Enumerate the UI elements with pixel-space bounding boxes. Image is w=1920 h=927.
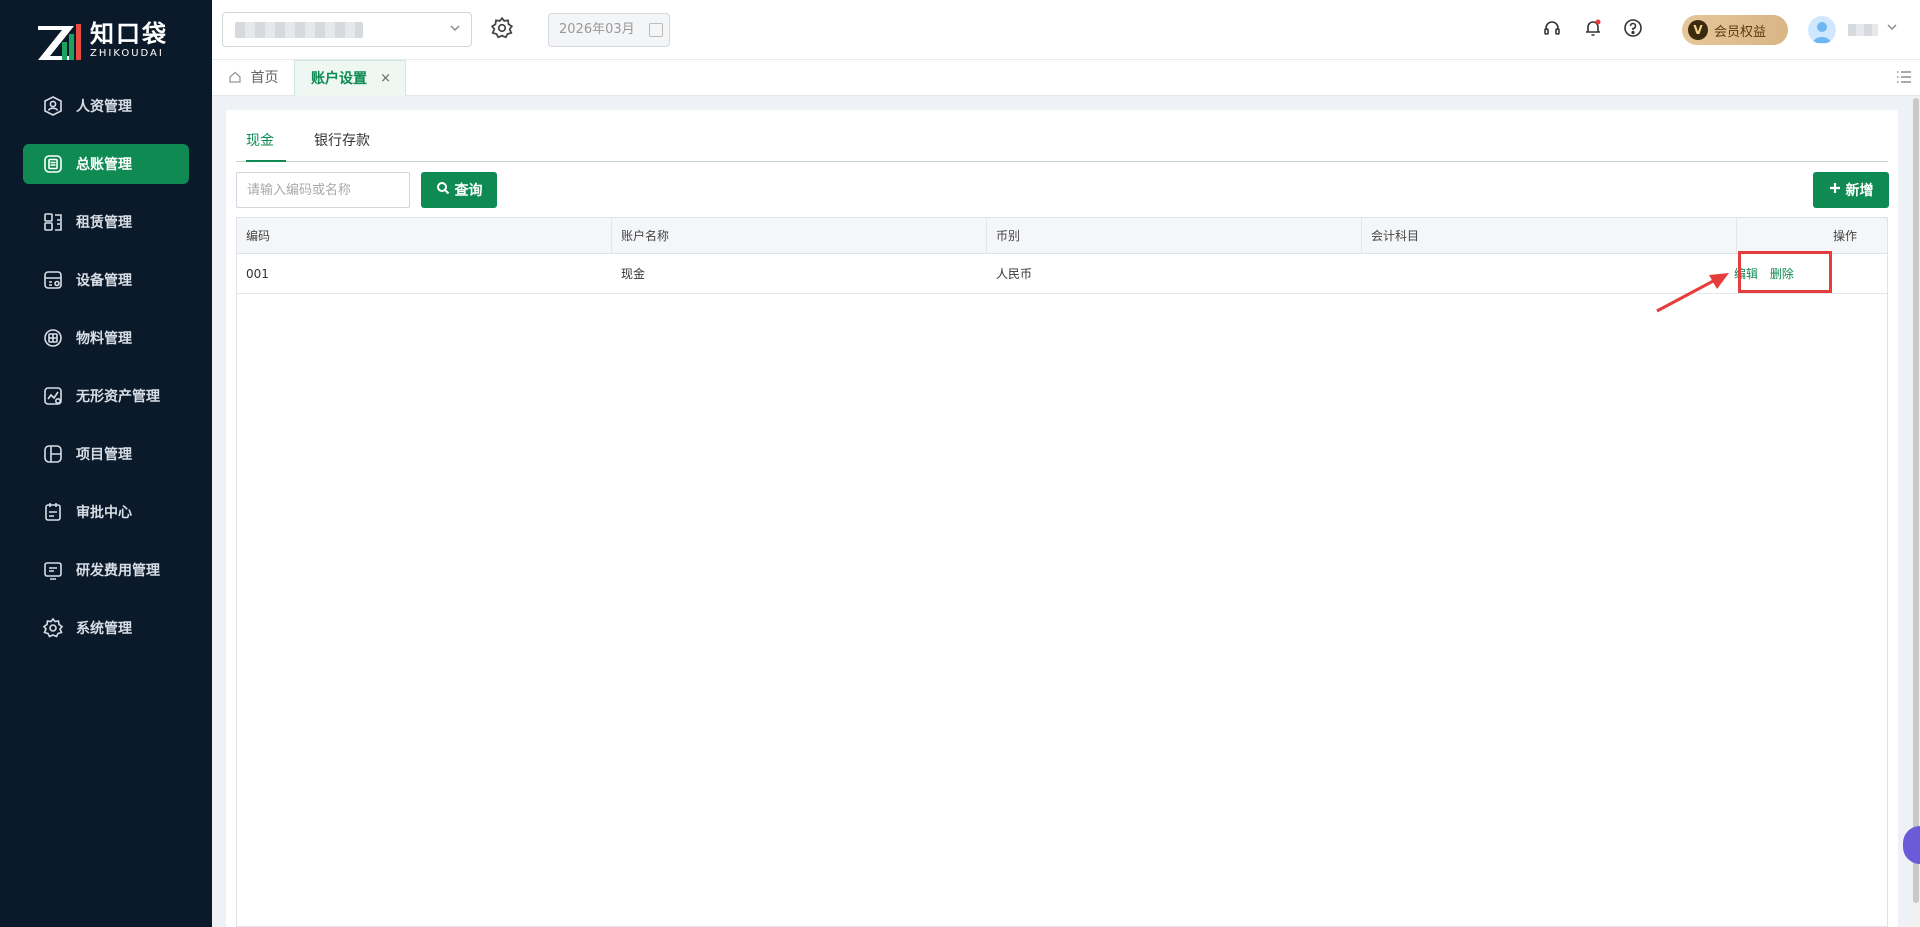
- sidebar-nav: 人资管理 总账管理 租赁管理 设备管理 物料管理 无形资产管理 项目管理 审批中…: [0, 86, 212, 666]
- col-code: 编码: [237, 218, 612, 254]
- material-icon: [42, 327, 64, 349]
- top-header: 2026年03月 V 会员权益: [212, 0, 1920, 60]
- sidebar-item-label: 研发费用管理: [76, 563, 160, 579]
- col-account-name: 账户名称: [612, 218, 987, 254]
- period-picker[interactable]: 2026年03月: [548, 13, 670, 47]
- cell-account-name: 现金: [621, 267, 646, 281]
- intangible-asset-icon: [42, 385, 64, 407]
- sidebar-item-label: 人资管理: [76, 99, 132, 115]
- sidebar: 知口袋 ZHIKOUDAI 人资管理 总账管理 租赁管理 设备管理 物料管理 无…: [0, 0, 212, 927]
- chevron-down-icon: [449, 22, 461, 37]
- close-icon[interactable]: ×: [380, 61, 391, 97]
- ledger-icon: [42, 153, 64, 175]
- user-name-redacted[interactable]: [1848, 24, 1878, 36]
- lease-icon: [42, 211, 64, 233]
- calendar-icon: [649, 23, 663, 37]
- add-button-label: 新增: [1845, 183, 1874, 199]
- col-actions: 操作: [1832, 229, 1857, 243]
- help-icon[interactable]: [1623, 18, 1645, 40]
- list-menu-icon[interactable]: [1896, 70, 1912, 84]
- cell-code: 001: [246, 267, 269, 281]
- sidebar-item-rd-expense[interactable]: 研发费用管理: [23, 550, 189, 590]
- scrollbar-thumb[interactable]: [1913, 98, 1919, 903]
- company-select[interactable]: [222, 12, 472, 47]
- tab-cash[interactable]: 现金: [246, 130, 286, 162]
- project-icon: [42, 443, 64, 465]
- brand-name-en: ZHIKOUDAI: [90, 48, 164, 59]
- sidebar-item-material[interactable]: 物料管理: [23, 318, 189, 358]
- col-currency: 币别: [987, 218, 1362, 254]
- tab-home-label: 首页: [250, 70, 279, 86]
- sidebar-item-hr[interactable]: 人资管理: [23, 86, 189, 126]
- sidebar-item-label: 项目管理: [76, 447, 132, 463]
- query-button[interactable]: 查询: [421, 172, 497, 208]
- accounts-table: 编码 账户名称 币别 会计科目 操作 001 现金 人民币 编辑 删除: [236, 217, 1888, 927]
- cell-subject: [1362, 254, 1371, 294]
- approval-icon: [42, 501, 64, 523]
- brand-name-cn: 知口袋: [90, 20, 168, 48]
- sidebar-item-system[interactable]: 系统管理: [23, 608, 189, 648]
- table-row: 001 现金 人民币 编辑 删除: [237, 254, 1887, 294]
- tab-bank-deposit[interactable]: 银行存款: [314, 130, 370, 162]
- sidebar-item-project[interactable]: 项目管理: [23, 434, 189, 474]
- sidebar-item-device[interactable]: 设备管理: [23, 260, 189, 300]
- gear-icon: [42, 617, 64, 639]
- sidebar-item-label: 无形资产管理: [76, 389, 160, 405]
- home-icon: [228, 62, 242, 98]
- sidebar-item-ledger[interactable]: 总账管理: [23, 144, 189, 184]
- page-tabs: 首页 账户设置 ×: [212, 60, 1920, 96]
- brand-logo[interactable]: 知口袋 ZHIKOUDAI: [36, 20, 168, 62]
- vip-benefits-button[interactable]: V 会员权益: [1682, 15, 1788, 45]
- search-input[interactable]: [236, 172, 410, 208]
- sidebar-item-label: 物料管理: [76, 331, 132, 347]
- tab-account-settings[interactable]: 账户设置 ×: [294, 60, 406, 96]
- account-type-tabs: 现金 银行存款: [236, 110, 1888, 162]
- scrollbar[interactable]: [1912, 96, 1920, 927]
- logo-mark-icon: [36, 20, 82, 62]
- headset-icon[interactable]: [1542, 18, 1564, 40]
- chat-bubble-icon[interactable]: [1903, 826, 1920, 864]
- tab-current-label: 账户设置: [311, 71, 367, 87]
- annotation-arrow-icon: [1656, 273, 1729, 313]
- device-icon: [42, 269, 64, 291]
- tab-home[interactable]: 首页: [228, 60, 278, 96]
- sidebar-item-label: 租赁管理: [76, 215, 132, 231]
- main-panel: 现金 银行存款 查询 新增 编码 账户名称 币别 会计科目 操作 001 现金 …: [226, 110, 1898, 927]
- vip-badge-icon: V: [1688, 20, 1708, 40]
- rd-expense-icon: [42, 559, 64, 581]
- company-name-redacted: [235, 22, 363, 38]
- table-header: 编码 账户名称 币别 会计科目 操作: [237, 218, 1887, 254]
- sidebar-item-lease[interactable]: 租赁管理: [23, 202, 189, 242]
- avatar[interactable]: [1808, 16, 1836, 44]
- person-badge-icon: [42, 95, 64, 117]
- bell-icon[interactable]: [1583, 18, 1605, 40]
- sidebar-item-label: 系统管理: [76, 621, 132, 637]
- plus-icon: [1829, 182, 1841, 198]
- sidebar-item-intangible[interactable]: 无形资产管理: [23, 376, 189, 416]
- settings-gear-icon[interactable]: [490, 16, 516, 42]
- sidebar-item-approval[interactable]: 审批中心: [23, 492, 189, 532]
- add-button[interactable]: 新增: [1813, 172, 1889, 208]
- chevron-down-icon[interactable]: [1886, 21, 1898, 36]
- sidebar-item-label: 设备管理: [76, 273, 132, 289]
- col-subject: 会计科目: [1362, 218, 1737, 254]
- cell-currency: 人民币: [996, 267, 1033, 281]
- search-icon: [436, 181, 450, 199]
- sidebar-item-label: 总账管理: [76, 157, 132, 173]
- period-value: 2026年03月: [559, 22, 635, 37]
- query-button-label: 查询: [454, 183, 483, 199]
- highlight-box: [1738, 251, 1832, 293]
- vip-label: 会员权益: [1714, 24, 1767, 40]
- sidebar-item-label: 审批中心: [76, 505, 132, 521]
